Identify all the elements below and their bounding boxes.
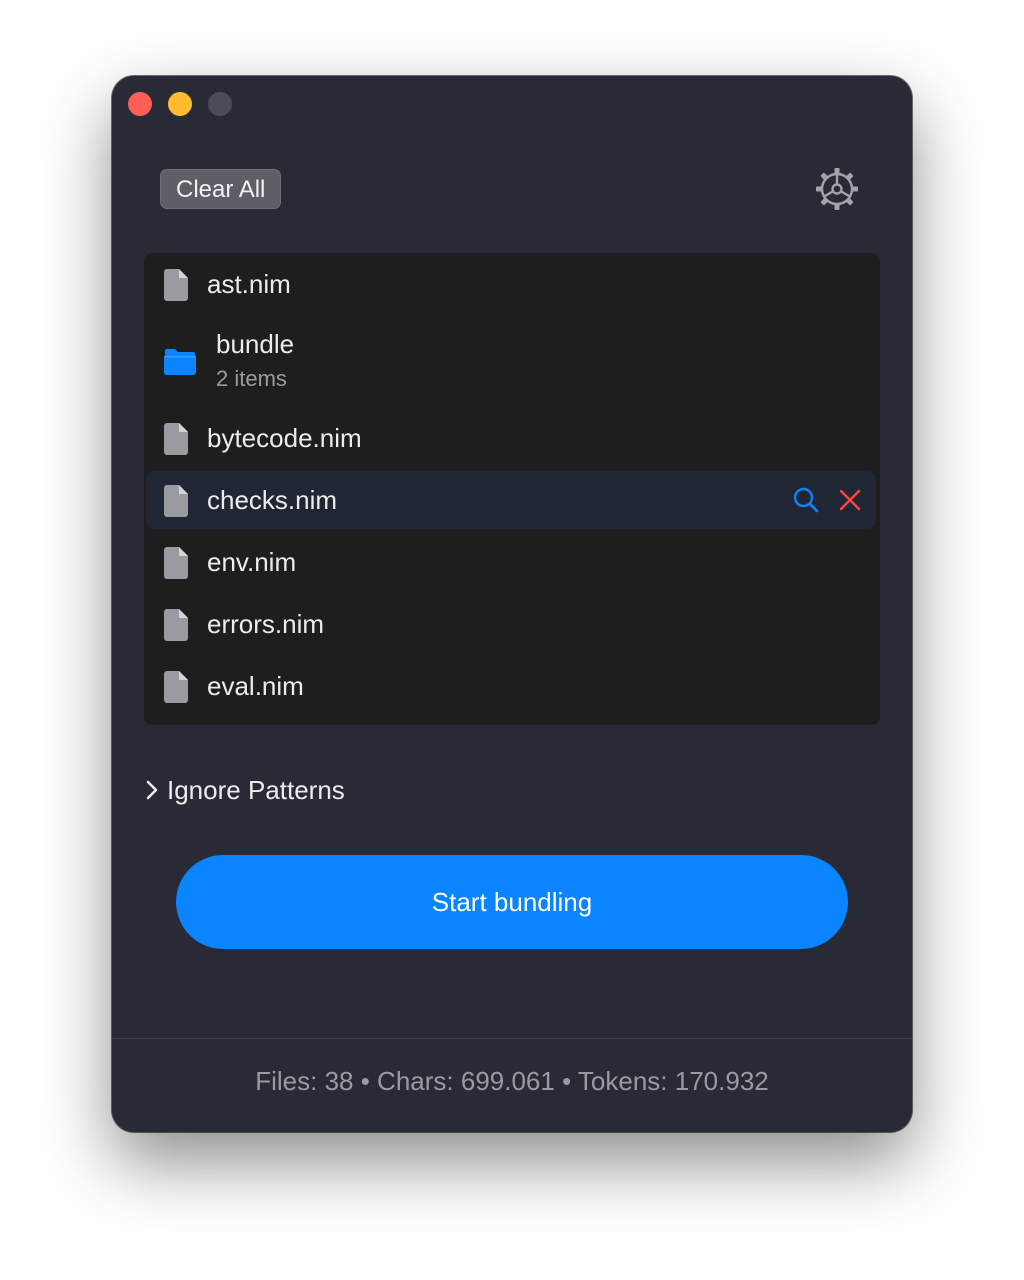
file-row-ast[interactable]: ast.nim bbox=[146, 255, 876, 313]
folder-item-count: 2 items bbox=[216, 366, 287, 391]
chevron-right-icon bbox=[146, 780, 158, 800]
file-icon bbox=[164, 671, 188, 703]
remove-icon[interactable] bbox=[836, 486, 864, 514]
minimize-window-button[interactable] bbox=[168, 92, 192, 116]
file-icon bbox=[164, 423, 188, 455]
search-icon[interactable] bbox=[792, 486, 820, 514]
file-name: eval.nim bbox=[207, 671, 304, 701]
file-icon bbox=[164, 485, 188, 517]
file-name: checks.nim bbox=[207, 485, 338, 515]
gear-icon[interactable] bbox=[814, 166, 860, 212]
file-name: ast.nim bbox=[207, 269, 291, 299]
file-row-errors[interactable]: errors.nim bbox=[146, 595, 876, 653]
zoom-window-button[interactable] bbox=[208, 92, 232, 116]
folder-row-bundle[interactable]: bundle 2 items bbox=[146, 327, 876, 397]
file-name: errors.nim bbox=[207, 609, 325, 639]
status-bar: Files: 38 • Chars: 699.061 • Tokens: 170… bbox=[255, 1066, 769, 1096]
window-controls bbox=[128, 92, 232, 116]
file-row-checks[interactable]: checks.nim bbox=[146, 471, 876, 529]
ignore-patterns-disclosure[interactable]: Ignore Patterns bbox=[144, 772, 345, 808]
file-name: bytecode.nim bbox=[207, 423, 362, 453]
file-icon bbox=[164, 609, 188, 641]
close-window-button[interactable] bbox=[128, 92, 152, 116]
file-row-bytecode[interactable]: bytecode.nim bbox=[146, 409, 876, 467]
footer-divider bbox=[112, 1038, 912, 1039]
file-icon bbox=[164, 547, 188, 579]
start-bundling-button[interactable]: Start bundling bbox=[176, 855, 848, 949]
app-window: Clear All ast.nim bundle 2 items bytecod… bbox=[112, 76, 912, 1132]
folder-name: bundle bbox=[216, 329, 295, 359]
folder-icon bbox=[164, 349, 196, 375]
file-row-eval[interactable]: eval.nim bbox=[146, 657, 876, 715]
file-list: ast.nim bundle 2 items bytecode.nim chec… bbox=[144, 253, 880, 725]
clear-all-button[interactable]: Clear All bbox=[160, 169, 282, 209]
ignore-patterns-label: Ignore Patterns bbox=[167, 774, 345, 805]
file-row-env[interactable]: env.nim bbox=[146, 533, 876, 591]
file-icon bbox=[164, 269, 188, 301]
file-name: env.nim bbox=[207, 547, 297, 577]
